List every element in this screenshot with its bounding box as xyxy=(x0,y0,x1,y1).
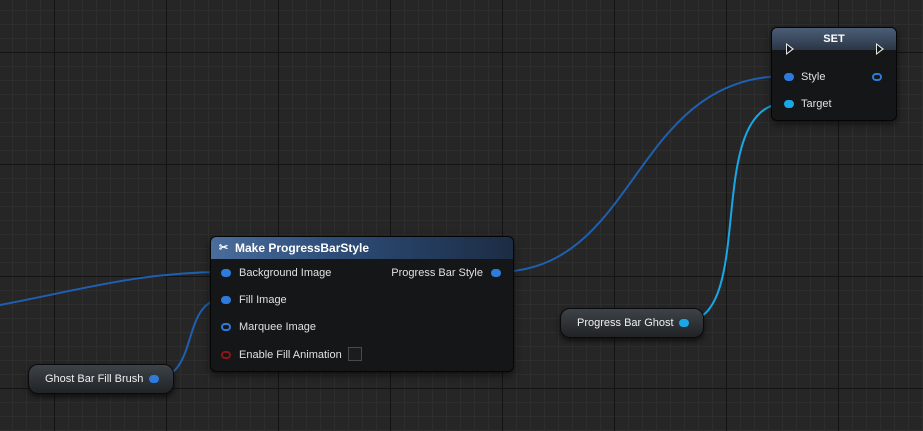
progress-bar-style-label: Progress Bar Style xyxy=(391,267,483,279)
set-node[interactable]: SET Style Target xyxy=(771,27,897,121)
fill-image-label: Fill Image xyxy=(239,294,287,306)
enable-fill-animation-label: Enable Fill Animation xyxy=(239,349,342,361)
exec-out-icon[interactable] xyxy=(876,43,884,55)
background-image-label: Background Image xyxy=(239,267,332,279)
pin-row-fill-image[interactable]: Fill Image xyxy=(221,293,287,307)
target-pin[interactable] xyxy=(784,100,794,108)
pin-row-background-image[interactable]: Background Image xyxy=(221,266,331,280)
pin-row-style[interactable]: Style xyxy=(784,70,825,84)
make-progressbarstyle-node[interactable]: ✂ Make ProgressBarStyle Background Image… xyxy=(210,236,514,372)
style-pin[interactable] xyxy=(784,73,794,81)
set-node-title: SET xyxy=(823,33,845,45)
ghost-bar-fill-brush-pin[interactable] xyxy=(149,375,159,383)
wire-target xyxy=(682,102,788,323)
style-label: Style xyxy=(801,71,826,83)
progress-bar-ghost-label: Progress Bar Ghost xyxy=(577,317,674,329)
progress-bar-ghost-pin[interactable] xyxy=(679,319,689,327)
pin-row-enable-fill-animation[interactable]: Enable Fill Animation xyxy=(221,348,342,362)
background-image-pin[interactable] xyxy=(221,269,231,277)
progress-bar-style-pin[interactable] xyxy=(491,269,501,277)
wire-style xyxy=(495,75,788,273)
progress-bar-ghost-node[interactable]: Progress Bar Ghost xyxy=(560,308,704,338)
wire-background-image xyxy=(0,271,225,306)
make-node-header[interactable]: ✂ Make ProgressBarStyle xyxy=(211,237,513,259)
make-node-title: Make ProgressBarStyle xyxy=(235,241,370,255)
marquee-image-label: Marquee Image xyxy=(239,321,317,333)
pin-row-target[interactable]: Target xyxy=(784,97,832,111)
target-label: Target xyxy=(801,98,832,110)
pin-row-progress-bar-style[interactable]: Progress Bar Style xyxy=(391,266,501,280)
make-struct-icon: ✂ xyxy=(219,242,229,254)
enable-fill-animation-pin[interactable] xyxy=(221,351,231,359)
style-output-pin[interactable] xyxy=(872,73,882,81)
fill-image-pin[interactable] xyxy=(221,296,231,304)
enable-fill-animation-checkbox[interactable] xyxy=(348,347,362,361)
marquee-image-pin[interactable] xyxy=(221,323,231,331)
ghost-bar-fill-brush-label: Ghost Bar Fill Brush xyxy=(45,373,144,385)
exec-in-icon[interactable] xyxy=(786,43,794,55)
pin-row-marquee-image[interactable]: Marquee Image xyxy=(221,320,316,334)
ghost-bar-fill-brush-node[interactable]: Ghost Bar Fill Brush xyxy=(28,364,174,394)
